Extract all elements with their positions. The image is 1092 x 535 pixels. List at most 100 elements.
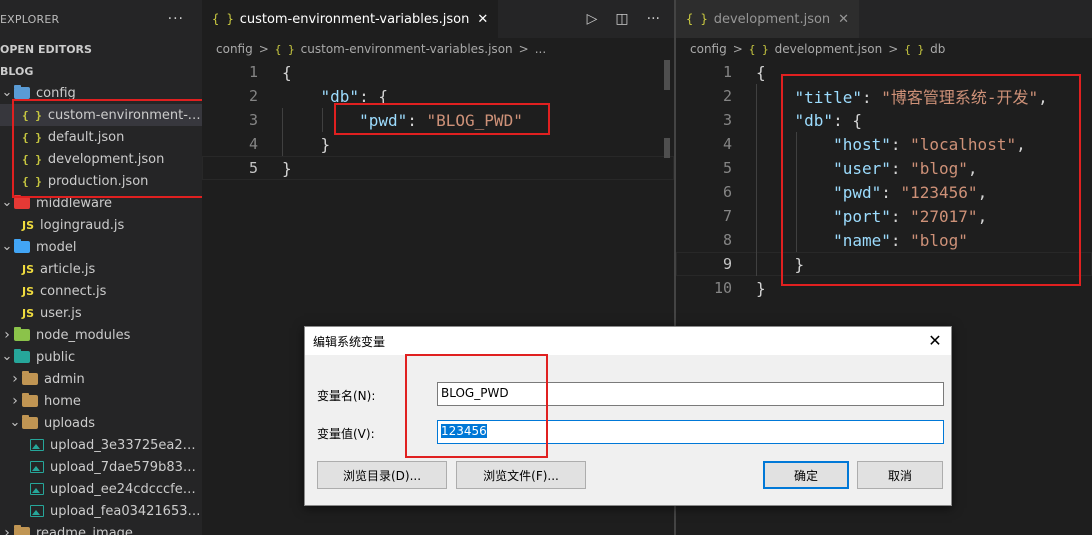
json-file-icon[interactable]: { } (275, 43, 295, 56)
editor-actions: ▷ ◫ ··· (587, 0, 660, 38)
tree-item-label: admin (44, 371, 85, 387)
tree-item-label: model (36, 239, 77, 255)
scrollbar-thumb[interactable] (664, 60, 670, 90)
close-icon[interactable]: ✕ (838, 12, 849, 27)
file-item[interactable]: JS logingraud.js (0, 214, 202, 236)
browse-directory-button[interactable]: 浏览目录(D)... (317, 461, 447, 489)
file-item[interactable]: upload_ee24cdcccfe441... (0, 478, 202, 500)
left-tabbar: { } custom-environment-variables.json ✕ … (202, 0, 674, 38)
chevron-down-icon: ⌄ (1, 195, 13, 210)
javascript-file-icon: JS (22, 218, 35, 232)
folder-item[interactable]: › admin (0, 368, 202, 390)
javascript-file-icon: JS (22, 306, 35, 320)
folder-item[interactable]: › readme_image (0, 522, 202, 535)
folder-item[interactable]: ⌄ model (0, 236, 202, 258)
breadcrumb-segment[interactable]: db (930, 42, 945, 56)
close-icon[interactable]: ✕ (477, 12, 488, 27)
code-text: { (258, 63, 292, 82)
folder-item[interactable]: ⌄ public (0, 346, 202, 368)
variable-name-label: 变量名(N): (317, 389, 376, 403)
tree-item-label: connect.js (40, 283, 107, 299)
breadcrumb-separator: > (518, 42, 529, 56)
json-punctuation (282, 87, 321, 106)
file-item[interactable]: JS connect.js (0, 280, 202, 302)
javascript-file-icon: JS (22, 284, 35, 298)
more-actions-icon[interactable]: ··· (168, 11, 184, 27)
indent-guide (756, 108, 757, 132)
folder-icon (14, 195, 30, 209)
breadcrumb-separator: > (732, 42, 743, 56)
tree-item-label: upload_fea03421653af7... (50, 503, 202, 519)
line-number: 1 (248, 63, 258, 81)
file-item[interactable]: upload_3e33725ea2279... (0, 434, 202, 456)
scrollbar-thumb[interactable] (664, 138, 670, 158)
file-item[interactable]: JS article.js (0, 258, 202, 280)
line-number: 1 (722, 63, 732, 81)
folder-icon (14, 85, 30, 99)
tab-label: custom-environment-variables.json (239, 11, 470, 27)
code-text: } (732, 279, 766, 298)
image-file-icon (30, 439, 44, 451)
json-file-icon[interactable]: { } (749, 43, 769, 56)
indent-guide (756, 228, 757, 252)
breadcrumb-separator: > (888, 42, 899, 56)
code-line[interactable]: 1{ (202, 60, 674, 84)
json-punctuation: } (282, 158, 292, 178)
image-file-icon (30, 461, 44, 473)
open-editors-section[interactable]: OPEN EDITORS (0, 38, 202, 60)
code-line[interactable]: 4 } (202, 132, 674, 156)
folder-item[interactable]: ⌄ uploads (0, 412, 202, 434)
breadcrumb-segment[interactable]: ... (535, 42, 546, 56)
chevron-down-icon: ⌄ (1, 349, 13, 364)
folder-icon (14, 525, 30, 535)
tree-item-label: logingraud.js (40, 217, 125, 233)
tree-item-label: article.js (40, 261, 96, 277)
more-actions-icon[interactable]: ··· (647, 11, 660, 27)
explorer-sidebar: EXPLORER ··· OPEN EDITORS BLOG ⌄ config{ … (0, 0, 202, 535)
indent-guide (756, 180, 757, 204)
cancel-button[interactable]: 取消 (857, 461, 943, 489)
tab-development-json[interactable]: { } development.json ✕ (676, 0, 860, 38)
breadcrumb-segment[interactable]: config (690, 42, 727, 56)
json-punctuation: { (756, 62, 766, 82)
browse-file-button[interactable]: 浏览文件(F)... (456, 461, 586, 489)
close-icon[interactable]: ✕ (925, 331, 945, 351)
tab-custom-environment-variables[interactable]: { } custom-environment-variables.json ✕ (202, 0, 499, 38)
tree-item-label: public (36, 349, 76, 365)
indent-guide (756, 156, 757, 180)
ok-button[interactable]: 确定 (763, 461, 849, 489)
javascript-file-icon: JS (22, 262, 35, 276)
breadcrumb-segment[interactable]: custom-environment-variables.json (301, 42, 513, 56)
breadcrumb: config > { } custom-environment-variables.j… (202, 38, 674, 60)
code-text: { (732, 63, 766, 82)
dialog-titlebar[interactable]: 编辑系统变量 (305, 327, 951, 355)
line-number: 3 (722, 111, 732, 129)
tree-item-label: upload_3e33725ea2279... (50, 437, 202, 453)
breadcrumb-segment[interactable]: development.json (775, 42, 883, 56)
config-files-highlight (12, 99, 207, 198)
json-punctuation: } (282, 134, 331, 154)
project-label: BLOG (0, 64, 34, 78)
explorer-title: EXPLORER (0, 12, 60, 26)
run-icon[interactable]: ▷ (587, 11, 598, 27)
split-editor-icon[interactable]: ◫ (615, 11, 628, 27)
line-number: 9 (722, 255, 732, 273)
tree-item-label: uploads (44, 415, 96, 431)
indent-guide (756, 204, 757, 228)
chevron-down-icon: ⌄ (1, 85, 13, 100)
line-number: 8 (722, 231, 732, 249)
folder-icon (14, 239, 30, 253)
file-item[interactable]: upload_7dae579b83c78... (0, 456, 202, 478)
code-line[interactable]: 5} (202, 156, 674, 180)
project-section[interactable]: BLOG (0, 60, 202, 82)
file-item[interactable]: upload_fea03421653af7... (0, 500, 202, 522)
open-editors-label: OPEN EDITORS (0, 42, 92, 56)
folder-item[interactable]: › home (0, 390, 202, 412)
file-item[interactable]: JS user.js (0, 302, 202, 324)
indent-guide (756, 84, 757, 108)
json-file-icon[interactable]: { } (904, 43, 924, 56)
breadcrumb-segment[interactable]: config (216, 42, 253, 56)
folder-item[interactable]: › node_modules (0, 324, 202, 346)
pwd-key-highlight (334, 103, 550, 135)
line-number: 2 (722, 87, 732, 105)
